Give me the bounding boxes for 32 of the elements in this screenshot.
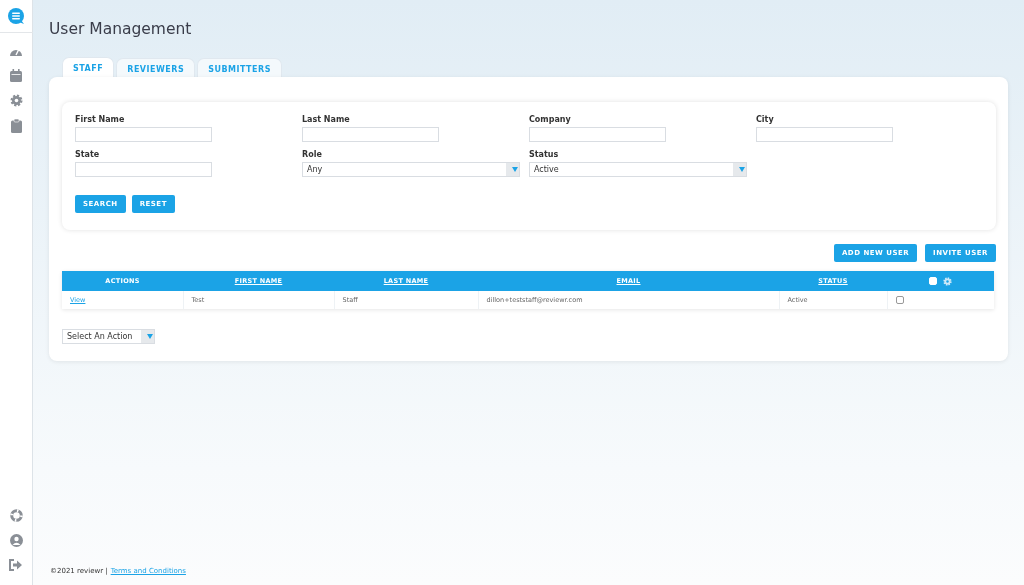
input-field[interactable] bbox=[75, 127, 212, 142]
caret-icon bbox=[141, 330, 154, 343]
calendar-icon[interactable] bbox=[10, 69, 22, 82]
select-field[interactable]: Any bbox=[302, 162, 520, 177]
input-field[interactable] bbox=[756, 127, 893, 142]
gear-icon[interactable] bbox=[9, 94, 23, 107]
row-checkbox[interactable] bbox=[895, 296, 904, 305]
input-field[interactable] bbox=[75, 162, 212, 177]
logout-icon[interactable] bbox=[9, 559, 23, 571]
settings-icon[interactable] bbox=[943, 276, 952, 286]
lifebuoy-icon[interactable] bbox=[9, 509, 23, 522]
input-field[interactable] bbox=[529, 127, 666, 142]
page-title: User Management bbox=[49, 20, 193, 38]
clipboard-icon[interactable] bbox=[10, 119, 22, 133]
field-label: City bbox=[756, 115, 775, 124]
field-label: First Name bbox=[75, 115, 126, 124]
field-label: State bbox=[75, 150, 101, 159]
caret-icon bbox=[506, 163, 519, 176]
action-select[interactable]: Select An Action bbox=[62, 329, 155, 344]
logo-icon[interactable] bbox=[7, 7, 25, 25]
input-field[interactable] bbox=[302, 127, 439, 142]
tab[interactable]: SUBMITTERS bbox=[197, 58, 282, 78]
field-label: Status bbox=[529, 150, 560, 159]
select-field[interactable]: Active bbox=[529, 162, 747, 177]
select-all-checkbox[interactable] bbox=[929, 277, 937, 285]
user-icon[interactable] bbox=[9, 534, 23, 547]
field-label: Role bbox=[302, 150, 323, 159]
tab[interactable]: REVIEWERS bbox=[116, 58, 196, 78]
field-label: Company bbox=[529, 115, 572, 124]
field-label: Last Name bbox=[302, 115, 351, 124]
tab[interactable]: STAFF bbox=[62, 57, 115, 78]
caret-icon bbox=[733, 163, 746, 176]
